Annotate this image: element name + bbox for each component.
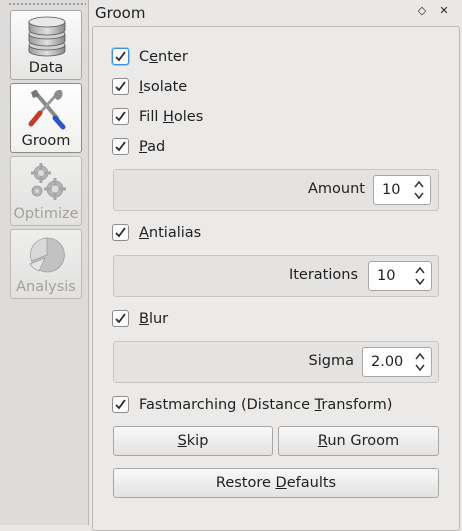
- antialias-checkbox[interactable]: [112, 224, 129, 241]
- isolate-checkbox[interactable]: [112, 78, 129, 95]
- fastmarching-label: Fastmarching (Distance Transform): [139, 397, 393, 413]
- spin-arrows-icon[interactable]: [415, 351, 425, 373]
- spin-arrows-icon[interactable]: [415, 265, 425, 287]
- iterations-label: Iterations: [288, 267, 358, 283]
- tools-icon: [28, 89, 66, 130]
- iterations-value: 10: [377, 268, 396, 284]
- amount-spinbox[interactable]: 10: [373, 175, 431, 205]
- tool-groom-label: Groom: [21, 133, 71, 149]
- sigma-spinbox[interactable]: 2.00: [362, 347, 432, 377]
- check-icon: [115, 313, 126, 324]
- database-icon: [28, 16, 66, 57]
- amount-label: Amount: [308, 181, 365, 197]
- fill-holes-checkbox[interactable]: [112, 108, 129, 125]
- dock-title: Groom: [95, 4, 146, 22]
- amount-group: Amount 10: [113, 169, 439, 211]
- sigma-group: Sigma 2.00: [113, 341, 439, 383]
- tool-sidebar: Data Groom Optimize Analysis: [0, 0, 89, 525]
- restore-defaults-button[interactable]: Restore Defaults: [113, 468, 439, 498]
- skip-button[interactable]: Skip: [113, 426, 273, 456]
- tool-groom-button[interactable]: Groom: [10, 83, 82, 153]
- tool-data-button[interactable]: Data: [10, 10, 82, 80]
- fastmarching-checkbox[interactable]: [112, 396, 129, 413]
- spin-arrows-icon[interactable]: [414, 179, 424, 201]
- blur-label: Blur: [139, 311, 169, 327]
- blur-checkbox[interactable]: [112, 310, 129, 327]
- check-icon: [115, 399, 126, 410]
- tool-analysis-label: Analysis: [16, 279, 76, 295]
- check-icon: [115, 81, 126, 92]
- tool-analysis-button[interactable]: Analysis: [10, 229, 82, 299]
- check-icon: [115, 227, 126, 238]
- fill-holes-label: Fill Holes: [139, 109, 204, 125]
- sigma-label: Sigma: [308, 353, 354, 369]
- check-icon: [115, 111, 126, 122]
- check-icon: [115, 141, 126, 152]
- isolate-label: Isolate: [139, 79, 188, 95]
- center-label: Center: [139, 49, 188, 65]
- close-icon[interactable]: ✕: [436, 3, 452, 19]
- sigma-value: 2.00: [371, 354, 404, 370]
- gears-icon: [31, 163, 66, 200]
- check-icon: [115, 51, 126, 62]
- iterations-group: Iterations 10: [113, 255, 439, 297]
- center-checkbox[interactable]: [112, 48, 129, 65]
- float-icon[interactable]: ◇: [414, 3, 430, 19]
- iterations-spinbox[interactable]: 10: [368, 261, 432, 291]
- tool-optimize-label: Optimize: [13, 206, 79, 222]
- pad-checkbox[interactable]: [112, 138, 129, 155]
- tool-data-label: Data: [28, 60, 64, 76]
- pad-label: Pad: [139, 139, 166, 155]
- pie-chart-icon: [29, 237, 65, 273]
- amount-value: 10: [382, 182, 401, 198]
- sidebar-grip[interactable]: [8, 2, 86, 6]
- tool-optimize-button[interactable]: Optimize: [10, 156, 82, 226]
- run-groom-button[interactable]: Run Groom: [278, 426, 439, 456]
- antialias-label: Antialias: [139, 225, 202, 241]
